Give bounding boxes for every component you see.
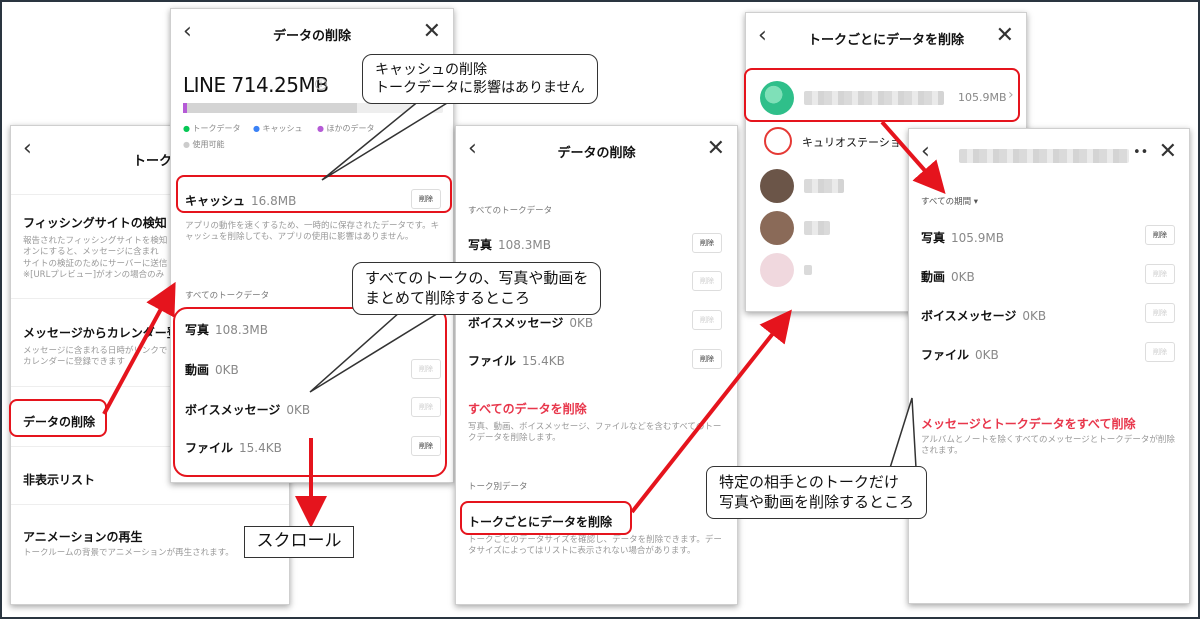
callout-per-talk: 特定の相手とのトークだけ 写真や動画を削除するところ xyxy=(706,466,928,519)
callout-tail xyxy=(888,397,917,469)
callout-cache: キャッシュの削除 トークデータに影響はありません xyxy=(362,54,598,105)
arrow-to-talk-detail xyxy=(880,120,946,194)
callout-all-talks: すべてのトークの、写真や動画を まとめて削除するところ xyxy=(352,262,602,315)
callout-tail xyxy=(321,99,455,181)
scroll-label: スクロール xyxy=(244,526,354,558)
callout-tail xyxy=(309,311,443,393)
annotation-arrows xyxy=(102,99,946,528)
arrow-to-delete-screen xyxy=(102,281,176,415)
